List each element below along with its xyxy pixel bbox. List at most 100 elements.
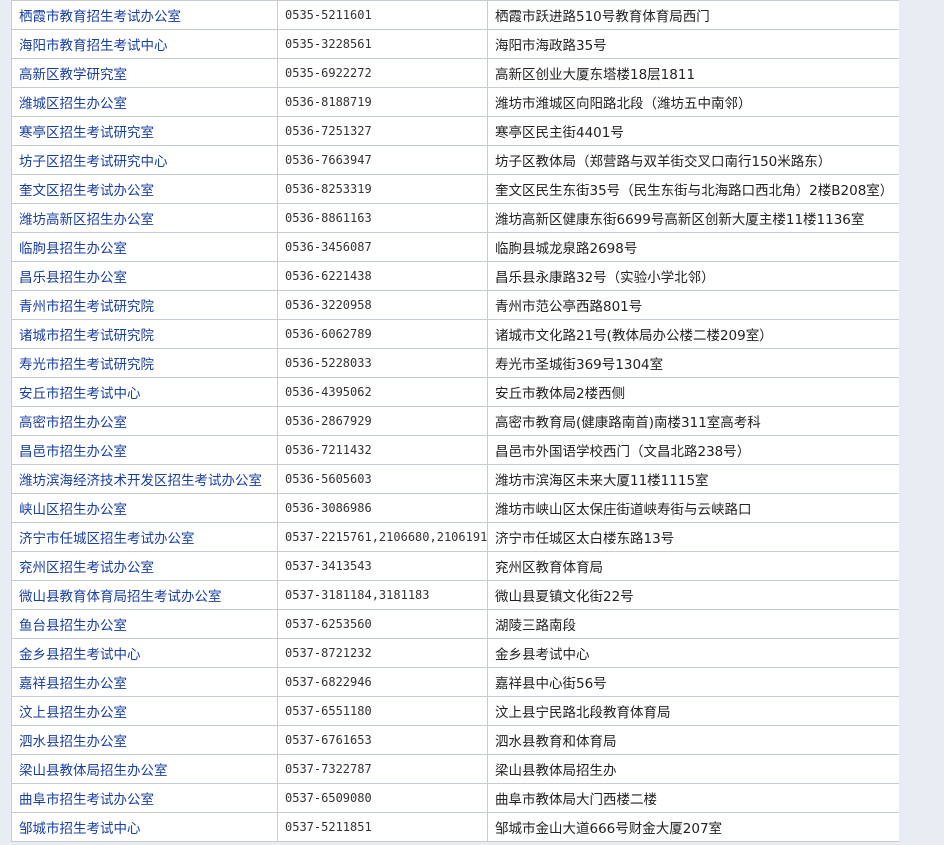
office-name-cell: 潍坊滨海经济技术开发区招生考试办公室 [11,464,278,494]
table-row: 高密市招生办公室 0536-2867929 高密市教育局(健康路南首)南楼311室高… [11,406,900,436]
address-cell: 寿光市圣城街369号1304室 [487,348,900,378]
table-row: 寿光市招生考试研究院 0536-5228033 寿光市圣城街369号1304室 [11,348,900,378]
phone-cell: 0537-6551180 [277,696,488,726]
address-cell: 济宁市任城区太白楼东路13号 [487,522,900,552]
table-row: 曲阜市招生考试办公室 0537-6509080 曲阜市教体局大门西楼二楼 [11,783,900,813]
address-cell: 兖州区教育体育局 [487,551,900,581]
office-name-link[interactable]: 曲阜市招生考试办公室 [19,792,154,808]
table-row: 安丘市招生考试中心 0536-4395062 安丘市教体局2楼西侧 [11,377,900,407]
address-cell: 汶上县宁民路北段教育体育局 [487,696,900,726]
address-cell: 坊子区教体局（郑营路与双羊街交叉口南行150米路东） [487,145,900,175]
address-cell: 寒亭区民主街4401号 [487,116,900,146]
phone-cell: 0536-2867929 [277,406,488,436]
phone-cell: 0536-5605603 [277,464,488,494]
address-cell: 高新区创业大厦东塔楼18层1811 [487,58,900,88]
office-name-link[interactable]: 济宁市任城区招生考试办公室 [19,531,195,547]
content-wrapper: 栖霞市教育招生考试办公室 0535-5211601 栖霞市跃进路510号教育体育局西… [11,0,900,842]
office-name-cell: 邹城市招生考试中心 [11,812,278,842]
office-name-link[interactable]: 潍城区招生办公室 [19,96,127,112]
office-name-link[interactable]: 高密市招生办公室 [19,415,127,431]
table-row: 临朐县招生办公室 0536-3456087 临朐县城龙泉路2698号 [11,232,900,262]
address-cell: 诸城市文化路21号(教体局办公楼二楼209室） [487,319,900,349]
office-name-link[interactable]: 栖霞市教育招生考试办公室 [19,9,181,25]
office-name-link[interactable]: 梁山县教体局招生办公室 [19,763,168,779]
office-name-cell: 峡山区招生办公室 [11,493,278,523]
table-row: 青州市招生考试研究院 0536-3220958 青州市范公亭西路801号 [11,290,900,320]
office-name-link[interactable]: 潍坊高新区招生办公室 [19,212,154,228]
office-name-cell: 青州市招生考试研究院 [11,290,278,320]
exam-office-table: 栖霞市教育招生考试办公室 0535-5211601 栖霞市跃进路510号教育体育局西… [11,0,900,842]
phone-cell: 0536-8861163 [277,203,488,233]
office-name-link[interactable]: 金乡县招生考试中心 [19,647,141,663]
page-margin [899,0,944,845]
address-cell: 海阳市海政路35号 [487,29,900,59]
office-name-link[interactable]: 高新区教学研究室 [19,67,127,83]
phone-cell: 0537-8721232 [277,638,488,668]
office-name-link[interactable]: 兖州区招生考试办公室 [19,560,154,576]
office-name-link[interactable]: 潍坊滨海经济技术开发区招生考试办公室 [19,473,262,489]
office-name-link[interactable]: 海阳市教育招生考试中心 [19,38,168,54]
table-row: 鱼台县招生办公室 0537-6253560 湖陵三路南段 [11,609,900,639]
office-name-link[interactable]: 微山县教育体育局招生考试办公室 [19,589,222,605]
table-row: 济宁市任城区招生考试办公室 0537-2215761,2106680,210619… [11,522,900,552]
office-name-link[interactable]: 安丘市招生考试中心 [19,386,141,402]
office-name-cell: 寒亭区招生考试研究室 [11,116,278,146]
office-name-link[interactable]: 诸城市招生考试研究院 [19,328,154,344]
phone-cell: 0537-3413543 [277,551,488,581]
address-cell: 曲阜市教体局大门西楼二楼 [487,783,900,813]
office-name-link[interactable]: 鱼台县招生办公室 [19,618,127,634]
table-row: 邹城市招生考试中心 0537-5211851 邹城市金山大道666号财金大厦207室 [11,812,900,842]
address-cell: 昌邑市外国语学校西门（文昌北路238号） [487,435,900,465]
table-body: 栖霞市教育招生考试办公室 0535-5211601 栖霞市跃进路510号教育体育局西… [11,0,900,842]
table-row: 峡山区招生办公室 0536-3086986 潍坊市峡山区太保庄街道峡寿街与云峡路口 [11,493,900,523]
office-name-cell: 兖州区招生考试办公室 [11,551,278,581]
phone-cell: 0535-3228561 [277,29,488,59]
table-row: 昌乐县招生办公室 0536-6221438 昌乐县永康路32号（实验小学北邻） [11,261,900,291]
office-name-cell: 临朐县招生办公室 [11,232,278,262]
office-name-link[interactable]: 寿光市招生考试研究院 [19,357,154,373]
office-name-cell: 嘉祥县招生办公室 [11,667,278,697]
office-name-link[interactable]: 昌邑市招生办公室 [19,444,127,460]
office-name-cell: 汶上县招生办公室 [11,696,278,726]
office-name-cell: 坊子区招生考试研究中心 [11,145,278,175]
office-name-cell: 泗水县招生办公室 [11,725,278,755]
office-name-link[interactable]: 坊子区招生考试研究中心 [19,154,168,170]
phone-cell: 0537-6822946 [277,667,488,697]
phone-cell: 0536-8253319 [277,174,488,204]
table-row: 奎文区招生考试办公室 0536-8253319 奎文区民生东街35号（民生东街与北海… [11,174,900,204]
phone-cell: 0536-3086986 [277,493,488,523]
office-name-link[interactable]: 青州市招生考试研究院 [19,299,154,315]
phone-cell: 0536-3456087 [277,232,488,262]
table-row: 兖州区招生考试办公室 0537-3413543 兖州区教育体育局 [11,551,900,581]
address-cell: 潍坊市峡山区太保庄街道峡寿街与云峡路口 [487,493,900,523]
office-name-cell: 潍城区招生办公室 [11,87,278,117]
phone-cell: 0536-7663947 [277,145,488,175]
address-cell: 青州市范公亭西路801号 [487,290,900,320]
phone-cell: 0537-6509080 [277,783,488,813]
table-row: 金乡县招生考试中心 0537-8721232 金乡县考试中心 [11,638,900,668]
phone-cell: 0536-6062789 [277,319,488,349]
address-cell: 邹城市金山大道666号财金大厦207室 [487,812,900,842]
office-name-link[interactable]: 邹城市招生考试中心 [19,821,141,837]
office-name-link[interactable]: 嘉祥县招生办公室 [19,676,127,692]
table-row: 栖霞市教育招生考试办公室 0535-5211601 栖霞市跃进路510号教育体育局西… [11,0,900,30]
phone-cell: 0536-7251327 [277,116,488,146]
address-cell: 临朐县城龙泉路2698号 [487,232,900,262]
office-name-cell: 潍坊高新区招生办公室 [11,203,278,233]
office-name-link[interactable]: 奎文区招生考试办公室 [19,183,154,199]
office-name-link[interactable]: 峡山区招生办公室 [19,502,127,518]
address-cell: 嘉祥县中心街56号 [487,667,900,697]
table-row: 嘉祥县招生办公室 0537-6822946 嘉祥县中心街56号 [11,667,900,697]
office-name-link[interactable]: 泗水县招生办公室 [19,734,127,750]
address-cell: 昌乐县永康路32号（实验小学北邻） [487,261,900,291]
office-name-cell: 昌乐县招生办公室 [11,261,278,291]
office-name-cell: 寿光市招生考试研究院 [11,348,278,378]
office-name-link[interactable]: 寒亭区招生考试研究室 [19,125,154,141]
address-cell: 高密市教育局(健康路南首)南楼311室高考科 [487,406,900,436]
office-name-link[interactable]: 汶上县招生办公室 [19,705,127,721]
office-name-link[interactable]: 临朐县招生办公室 [19,241,127,257]
office-name-link[interactable]: 昌乐县招生办公室 [19,270,127,286]
address-cell: 安丘市教体局2楼西侧 [487,377,900,407]
phone-cell: 0535-5211601 [277,0,488,30]
phone-cell: 0536-3220958 [277,290,488,320]
